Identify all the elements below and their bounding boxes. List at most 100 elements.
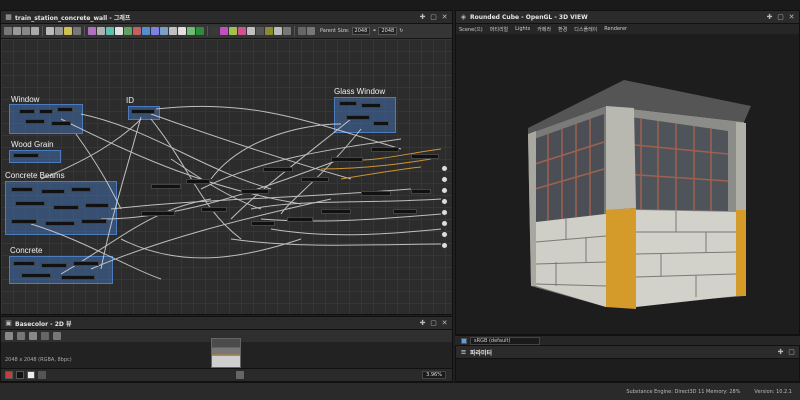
pin-icon[interactable]: ✚: [777, 348, 784, 356]
menu-renderer[interactable]: Renderer: [604, 26, 627, 32]
emboss-icon[interactable]: [211, 27, 219, 35]
graph-panel-title-bar[interactable]: ▦ train_station_concrete_wall - 그래프 ✚ ▢ …: [1, 11, 452, 24]
levels-icon[interactable]: [115, 27, 123, 35]
curve-icon[interactable]: [133, 27, 141, 35]
close-icon[interactable]: ✕: [441, 319, 448, 327]
comment-icon[interactable]: [22, 27, 30, 35]
parameters-title-bar[interactable]: ≡ 파라미터 ✚ ▢: [456, 346, 799, 359]
graph-node[interactable]: [321, 209, 351, 214]
graph-node[interactable]: [11, 187, 33, 192]
warp-icon[interactable]: [160, 27, 168, 35]
graph-node[interactable]: [301, 177, 329, 182]
output-node-icon[interactable]: [441, 187, 448, 194]
graph-node[interactable]: [151, 184, 181, 189]
graph-node[interactable]: [85, 203, 109, 208]
view-3d-title-bar[interactable]: ◈ Rounded Cube - OpenGL - 3D VIEW ✚ ▢ ✕: [456, 11, 799, 24]
distance-icon[interactable]: [220, 27, 228, 35]
output-node-icon[interactable]: [441, 165, 448, 172]
graph-node[interactable]: [51, 121, 71, 126]
fit-icon[interactable]: [225, 371, 233, 379]
blur-icon[interactable]: [169, 27, 177, 35]
checker-icon[interactable]: [38, 371, 46, 379]
uniform-color-icon[interactable]: [97, 27, 105, 35]
save-icon[interactable]: [5, 332, 13, 340]
graph-node[interactable]: [53, 205, 79, 210]
pin-icon[interactable]: ✚: [766, 13, 773, 21]
graph-node[interactable]: [39, 109, 53, 114]
sharpen-icon[interactable]: [178, 27, 186, 35]
graph-node[interactable]: [339, 101, 357, 106]
float-icon[interactable]: ▢: [788, 348, 795, 356]
parent-size-select[interactable]: 2048: [351, 27, 371, 35]
color-swatch-white[interactable]: [27, 371, 35, 379]
graph-node[interactable]: [411, 154, 439, 159]
bookmark-icon[interactable]: [64, 27, 72, 35]
graph-node[interactable]: [371, 147, 399, 152]
align-icon[interactable]: [73, 27, 81, 35]
new-icon[interactable]: [4, 27, 12, 35]
output-node-icon[interactable]: [441, 198, 448, 205]
size-select[interactable]: 2048: [378, 27, 398, 35]
graph-node[interactable]: [25, 119, 45, 124]
graph-node[interactable]: [186, 179, 210, 184]
output-node-icon[interactable]: [441, 176, 448, 183]
graph-node[interactable]: [411, 189, 431, 194]
output-node-icon[interactable]: [441, 209, 448, 216]
search-icon[interactable]: [46, 27, 54, 35]
refresh-icon[interactable]: ↻: [399, 28, 403, 34]
zoom-readout[interactable]: 3.96%: [422, 371, 446, 379]
output-node-icon[interactable]: [441, 242, 448, 249]
graph-node[interactable]: [19, 109, 35, 114]
close-icon[interactable]: ✕: [788, 13, 795, 21]
graph-node[interactable]: [57, 107, 73, 112]
graph-node[interactable]: [131, 109, 155, 114]
graph-node[interactable]: [11, 219, 37, 224]
float-icon[interactable]: ▢: [430, 13, 437, 21]
graph-node[interactable]: [71, 187, 91, 192]
menu-camera[interactable]: 카메라: [537, 26, 551, 33]
graph-node[interactable]: [141, 211, 175, 216]
color-swatch-red[interactable]: [5, 371, 13, 379]
transform-icon[interactable]: [151, 27, 159, 35]
graph-node[interactable]: [13, 261, 35, 266]
input-icon[interactable]: [307, 27, 315, 35]
float-icon[interactable]: ▢: [777, 13, 784, 21]
close-icon[interactable]: ✕: [441, 13, 448, 21]
graph-node[interactable]: [15, 201, 45, 206]
pixel-processor-icon[interactable]: [265, 27, 273, 35]
hsl-icon[interactable]: [196, 27, 204, 35]
menu-lights[interactable]: Lights: [515, 26, 530, 32]
output-node-icon[interactable]: [441, 231, 448, 238]
float-icon[interactable]: ▢: [430, 319, 437, 327]
graph-node[interactable]: [393, 209, 417, 214]
graph-node[interactable]: [251, 221, 275, 226]
view-2d-title-bar[interactable]: ▣ Basecolor - 2D 뷰 ✚ ▢ ✕: [1, 317, 452, 330]
frame-icon[interactable]: [31, 27, 39, 35]
graph-canvas[interactable]: Window ID Glass Window Wood Grain Concre…: [1, 39, 452, 314]
layout-icon[interactable]: [55, 27, 63, 35]
graph-node[interactable]: [41, 263, 67, 268]
pin-icon[interactable]: ✚: [419, 319, 426, 327]
grid-icon[interactable]: [235, 371, 244, 379]
menu-environment[interactable]: 환경: [558, 26, 567, 33]
cursor-icon[interactable]: [13, 27, 21, 35]
svg-icon[interactable]: [283, 27, 291, 35]
settings-icon[interactable]: [438, 27, 446, 35]
menu-scene[interactable]: Scene(으): [459, 26, 483, 33]
graph-node[interactable]: [81, 219, 107, 224]
fxmap-icon[interactable]: [256, 27, 264, 35]
color-swatch-black[interactable]: [16, 371, 24, 379]
shape-icon[interactable]: [229, 27, 237, 35]
graph-node[interactable]: [45, 221, 75, 226]
rendered-cube[interactable]: [456, 34, 799, 334]
menu-display[interactable]: 디스플레이: [574, 26, 597, 33]
pin-icon[interactable]: ✚: [419, 13, 426, 21]
output-icon[interactable]: [298, 27, 306, 35]
graph-node[interactable]: [61, 275, 95, 280]
channels-icon[interactable]: [29, 332, 37, 340]
graph-node[interactable]: [361, 103, 381, 108]
color-map-icon[interactable]: [238, 27, 246, 35]
graph-node[interactable]: [41, 189, 65, 194]
histogram-icon[interactable]: [187, 27, 195, 35]
copy-icon[interactable]: [17, 332, 25, 340]
